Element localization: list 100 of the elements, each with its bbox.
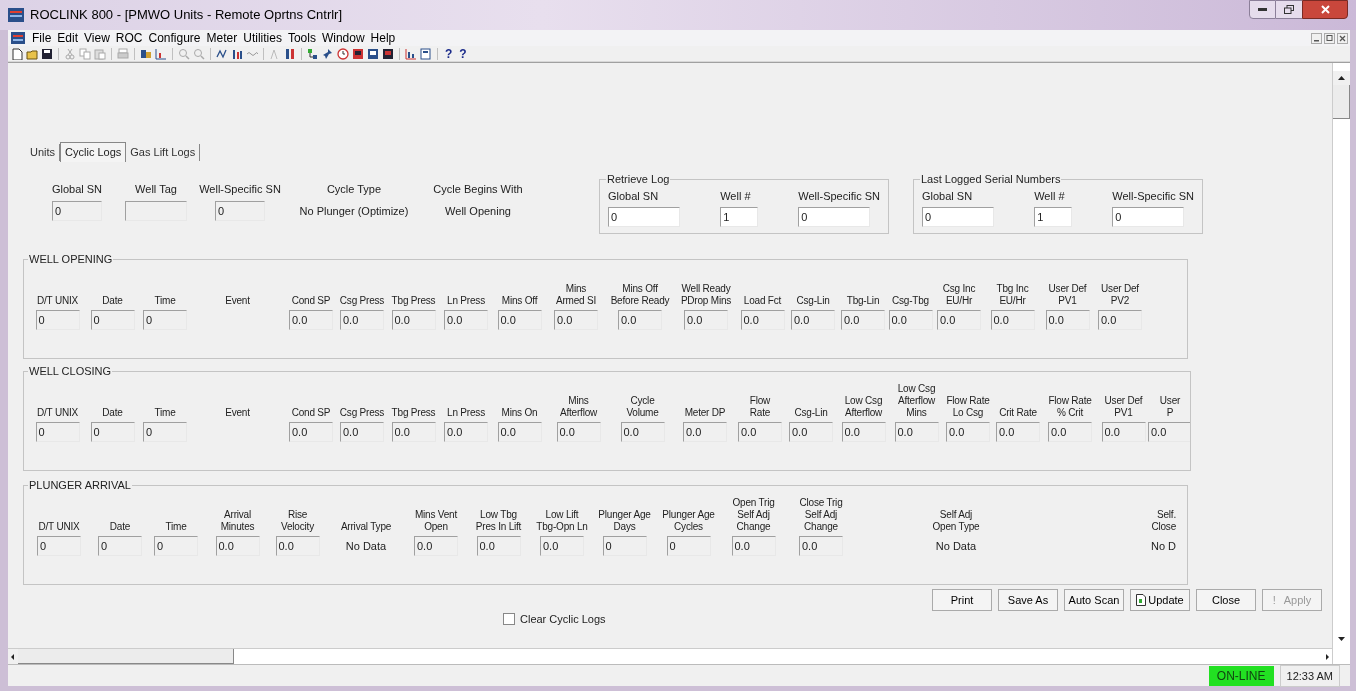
input-field[interactable]: 0.0 — [340, 309, 384, 330]
field-label: Global SN — [922, 188, 973, 204]
input-field[interactable]: 0.0 — [554, 309, 598, 330]
input-field[interactable]: 0 — [154, 535, 198, 556]
input-field[interactable]: 0 — [35, 421, 80, 442]
menu-item[interactable]: Help — [367, 29, 399, 47]
input-field[interactable]: 0.0 — [841, 309, 885, 330]
input-field[interactable]: 0.0 — [683, 421, 727, 442]
input-field[interactable]: 0.0 — [540, 535, 584, 556]
input-field[interactable]: 0 — [602, 535, 647, 556]
input-field[interactable]: 0.0 — [1048, 421, 1092, 442]
checkbox[interactable] — [503, 612, 515, 625]
column-label: Mins Off — [501, 294, 538, 307]
input-field[interactable]: 0.0 — [1148, 421, 1190, 442]
input-field[interactable]: 0.0 — [289, 309, 333, 330]
input-field[interactable]: 0 — [37, 535, 81, 556]
input-field[interactable]: 0.0 — [340, 421, 384, 442]
connection-status: ON-LINE — [1208, 665, 1274, 686]
input-field[interactable]: 0.0 — [1101, 421, 1146, 442]
minimize-button[interactable] — [1249, 0, 1276, 19]
input-field[interactable]: 1 — [1034, 207, 1073, 227]
input-field[interactable]: 0 — [90, 309, 135, 330]
input-field[interactable]: 0 — [798, 207, 871, 227]
input-field[interactable]: 0.0 — [894, 421, 939, 442]
value-text: No Plunger (Optimize) — [299, 204, 409, 219]
menu-item[interactable]: Window — [318, 29, 368, 47]
button[interactable]: Auto Scan — [1064, 589, 1124, 611]
input-field[interactable]: 0.0 — [731, 535, 776, 556]
menu-item[interactable]: Tools — [284, 29, 319, 47]
column-label: D/T UNIX — [38, 520, 80, 533]
context-help-button[interactable]: ? — [457, 44, 469, 63]
input-field[interactable]: 0.0 — [476, 535, 521, 556]
input-field[interactable]: 0.0 — [888, 309, 933, 330]
input-field[interactable]: 0.0 — [990, 309, 1035, 330]
input-field[interactable]: 0 — [666, 535, 711, 556]
button[interactable]: Close — [1196, 589, 1256, 611]
input-field[interactable]: 0.0 — [841, 421, 886, 442]
input-field[interactable]: 0.0 — [391, 309, 436, 330]
input-field[interactable]: 0.0 — [620, 421, 665, 442]
menu-item[interactable]: ROC — [112, 29, 146, 47]
menu-item[interactable]: Meter — [203, 29, 241, 47]
column-label: Mins Afterflow — [559, 394, 598, 419]
input-field[interactable]: 0.0 — [946, 421, 990, 442]
input-field[interactable]: 0.0 — [275, 535, 320, 556]
input-field[interactable]: 0.0 — [215, 535, 260, 556]
horizontal-scrollbar[interactable] — [8, 648, 1332, 664]
button[interactable]: Update — [1130, 589, 1190, 611]
input-field[interactable]: 0 — [90, 421, 135, 442]
input-field[interactable]: 0 — [1112, 207, 1185, 227]
column-label: User Def PV1 — [1104, 394, 1143, 419]
input-field[interactable]: 0.0 — [1098, 309, 1142, 330]
close-button[interactable] — [1302, 0, 1348, 19]
input-field[interactable]: 0.0 — [738, 421, 782, 442]
column-label: Tbg Inc EU/Hr — [996, 282, 1029, 307]
input-field[interactable]: 0.0 — [289, 421, 333, 442]
field-label: Well # — [720, 188, 751, 204]
help-button[interactable]: ? — [443, 44, 455, 63]
document-logo-icon — [11, 32, 25, 44]
input-field[interactable]: 0 — [98, 535, 142, 556]
value-text: No Data — [345, 538, 387, 554]
input-field[interactable]: 0 — [35, 309, 80, 330]
input-field[interactable]: 0 — [52, 201, 102, 221]
menu-item[interactable]: Edit — [54, 29, 82, 47]
button[interactable]: Save As — [998, 589, 1058, 611]
button[interactable]: Print — [932, 589, 992, 611]
input-field[interactable]: 0.0 — [444, 421, 488, 442]
restore-button[interactable] — [1276, 0, 1302, 19]
input-field[interactable]: 0 — [143, 309, 187, 330]
input-field[interactable]: 0.0 — [618, 309, 662, 330]
input-field[interactable]: 0.0 — [799, 535, 843, 556]
input-field[interactable]: 0 — [143, 421, 187, 442]
column-label: Load Fct — [743, 294, 782, 307]
menu-item[interactable]: Configure — [145, 29, 204, 47]
scroll-thumb[interactable] — [18, 649, 234, 664]
vertical-scrollbar[interactable] — [1332, 63, 1350, 664]
input-field[interactable]: 0.0 — [684, 309, 728, 330]
column-label: Tbg Press — [391, 406, 436, 419]
column-label: Mins Off Before Ready — [610, 282, 670, 307]
input-field[interactable]: 0.0 — [740, 309, 785, 330]
input-field[interactable]: 0.0 — [791, 309, 835, 330]
input-field[interactable]: 0.0 — [937, 309, 981, 330]
input-field[interactable]: 0.0 — [556, 421, 601, 442]
input-field[interactable]: 0 — [608, 207, 680, 227]
input-field[interactable]: 0.0 — [789, 421, 833, 442]
tab[interactable]: Cyclic Logs — [60, 142, 127, 162]
menu-item[interactable]: View — [81, 29, 113, 47]
input-field[interactable]: 0.0 — [414, 535, 458, 556]
input-field[interactable]: 0.0 — [1045, 309, 1090, 330]
input-field[interactable]: 0.0 — [497, 309, 542, 330]
menu-item[interactable]: Utilities — [240, 29, 285, 47]
input-field[interactable]: 0.0 — [444, 309, 488, 330]
input-field[interactable]: 0 — [215, 201, 265, 221]
input-field[interactable]: 0.0 — [996, 421, 1040, 442]
scroll-thumb[interactable] — [1333, 85, 1350, 119]
input-field[interactable]: 1 — [720, 207, 759, 227]
input-field[interactable]: 0 — [922, 207, 994, 227]
input-field[interactable] — [125, 201, 187, 221]
input-field[interactable]: 0.0 — [497, 421, 542, 442]
menu-item[interactable]: File — [29, 29, 55, 47]
input-field[interactable]: 0.0 — [391, 421, 436, 442]
